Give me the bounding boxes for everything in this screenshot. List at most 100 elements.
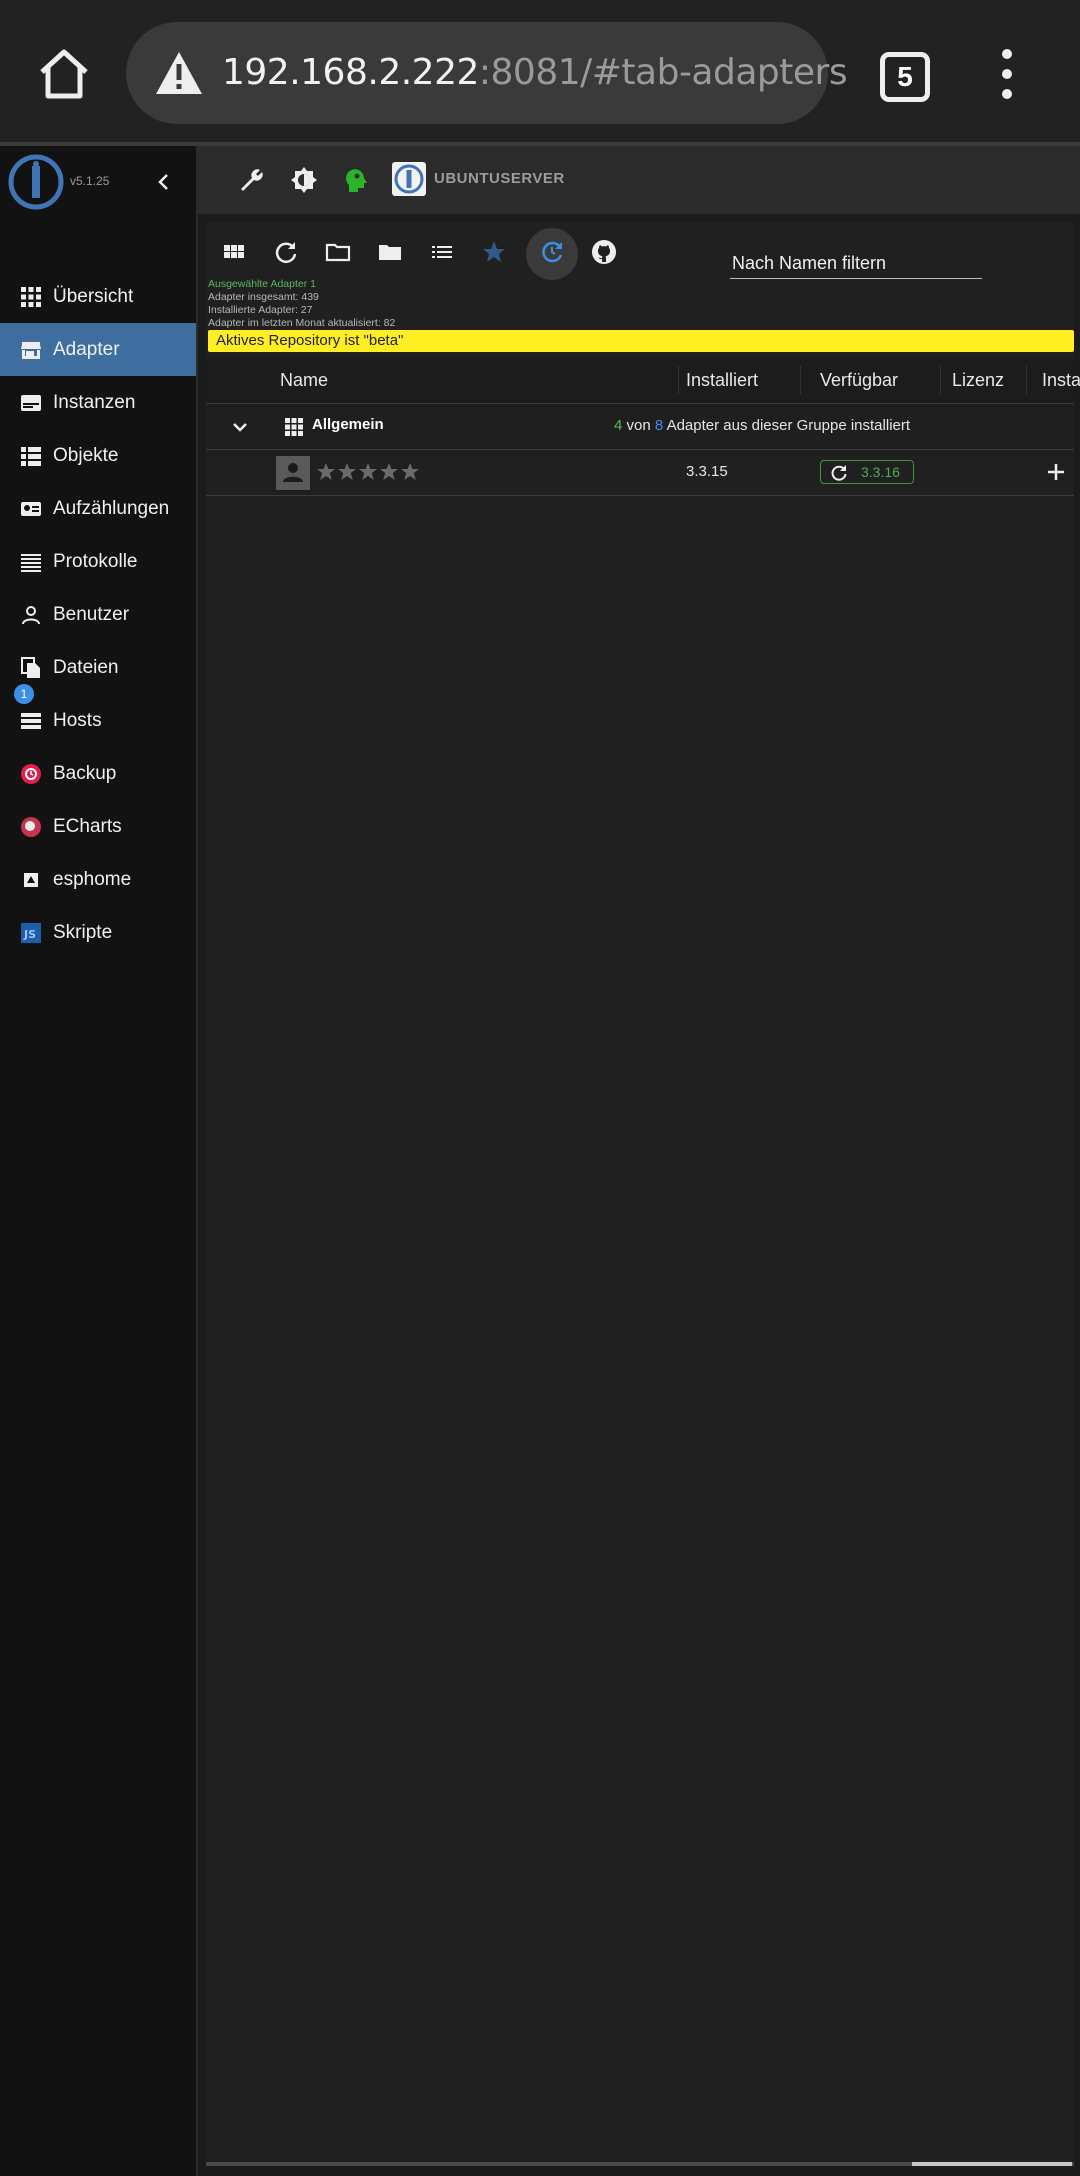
more-vert-icon[interactable]: [994, 48, 1020, 100]
group-von: von: [626, 417, 651, 434]
iobroker-logo[interactable]: [8, 154, 64, 210]
sidebar-item-label: Skripte: [53, 921, 113, 943]
stats-installed: Installierte Adapter: 27: [208, 304, 313, 316]
refresh-icon[interactable]: [272, 238, 300, 266]
sidebar: v5.1.25 Übersicht Adapter Instanzen Obje…: [0, 146, 198, 2176]
star-rating-icon: [317, 463, 335, 480]
sidebar-item-uebersicht[interactable]: Übersicht: [0, 270, 196, 323]
store-icon: [21, 341, 41, 359]
sidebar-item-backup[interactable]: Backup: [0, 747, 196, 800]
update-button[interactable]: 3.3.16: [820, 460, 914, 484]
wrench-icon[interactable]: [238, 166, 266, 194]
sidebar-item-skripte[interactable]: JS Skripte: [0, 906, 196, 959]
hosts-icon: [21, 712, 41, 729]
app-toolbar: UBUNTUSERVER: [198, 146, 1080, 214]
column-divider: [678, 366, 679, 394]
host-logo-icon: [392, 162, 426, 196]
star-rating-icon: [380, 463, 398, 480]
tab-switcher-button[interactable]: 5: [880, 52, 930, 102]
sidebar-item-echarts[interactable]: ECharts: [0, 800, 196, 853]
brightness-icon[interactable]: [290, 166, 318, 194]
browser-toolbar: 192.168.2.222:8081/#tab-adapters 5: [0, 0, 1080, 146]
plus-icon[interactable]: [1044, 460, 1068, 484]
stats-selected: Ausgewählte Adapter 1: [208, 278, 316, 290]
sidebar-item-esphome[interactable]: esphome: [0, 853, 196, 906]
esphome-icon: [24, 872, 38, 887]
column-divider: [940, 366, 941, 394]
expert-mode-icon[interactable]: [342, 166, 370, 194]
adapter-row[interactable]: 3.3.15 3.3.16: [206, 450, 1074, 496]
chevron-down-icon[interactable]: [230, 417, 250, 437]
svg-text:JS: JS: [23, 928, 36, 941]
column-divider: [800, 366, 801, 394]
stats-updated: Adapter im letzten Monat aktualisiert: 8…: [208, 317, 396, 329]
adapter-stats: Ausgewählte Adapter 1 Adapter insgesamt:…: [208, 278, 395, 330]
github-icon[interactable]: [590, 238, 618, 266]
installed-version: 3.3.15: [686, 463, 728, 480]
available-version: 3.3.16: [861, 464, 900, 480]
folder-open-icon[interactable]: [324, 238, 352, 266]
sidebar-item-label: Dateien: [53, 656, 119, 678]
list-icon: [21, 446, 41, 466]
rating-stars[interactable]: [316, 462, 420, 482]
sidebar-item-protokolle[interactable]: Protokolle: [0, 535, 196, 588]
warning-icon[interactable]: [154, 50, 204, 96]
sidebar-item-label: esphome: [53, 868, 132, 890]
column-available[interactable]: Verfügbar: [820, 370, 898, 391]
sidebar-nav: Übersicht Adapter Instanzen Objekte Aufz…: [0, 270, 196, 959]
scrollbar-thumb[interactable]: [912, 2162, 1072, 2166]
sidebar-item-label: ECharts: [53, 815, 122, 837]
sidebar-item-label: Hosts: [53, 709, 102, 731]
name-filter-input[interactable]: [730, 248, 982, 279]
folder-icon[interactable]: [376, 238, 404, 266]
home-icon[interactable]: [34, 44, 94, 104]
sidebar-item-adapter[interactable]: Adapter: [0, 323, 196, 376]
address-bar[interactable]: 192.168.2.222:8081/#tab-adapters: [126, 22, 848, 124]
user-icon: [22, 605, 40, 624]
chevron-left-icon[interactable]: [152, 170, 176, 194]
sidebar-item-label: Benutzer: [53, 603, 130, 625]
sidebar-item-benutzer[interactable]: Benutzer: [0, 588, 196, 641]
host-name-label: UBUNTUSERVER: [434, 170, 565, 187]
column-installed[interactable]: Installiert: [686, 370, 758, 391]
star-icon[interactable]: [480, 238, 508, 266]
instances-icon: [21, 394, 41, 411]
adapter-avatar-icon: [276, 456, 310, 490]
hosts-badge: 1: [14, 684, 34, 704]
tiles-view-icon[interactable]: [220, 238, 248, 266]
horizontal-scrollbar[interactable]: [206, 2162, 1074, 2166]
url-host: 192.168.2.222: [222, 52, 479, 93]
star-rating-icon: [401, 463, 419, 480]
column-install[interactable]: Insta: [1042, 370, 1080, 391]
sidebar-item-label: Übersicht: [53, 285, 134, 307]
sidebar-item-aufzaehlungen[interactable]: Aufzählungen: [0, 482, 196, 535]
files-icon: [21, 656, 40, 678]
group-total-count: 8: [654, 417, 664, 434]
sidebar-item-label: Instanzen: [53, 391, 136, 413]
stats-total: Adapter insgesamt: 439: [208, 291, 319, 303]
repository-banner: Aktives Repository ist "beta": [208, 330, 1074, 352]
group-installed-info: 4 von 8 Adapter aus dieser Gruppe instal…: [614, 417, 910, 434]
sidebar-item-label: Backup: [53, 762, 117, 784]
list-view-icon[interactable]: [428, 238, 456, 266]
sidebar-item-label: Protokolle: [53, 550, 138, 572]
sidebar-item-objekte[interactable]: Objekte: [0, 429, 196, 482]
adapter-group-row[interactable]: Allgemein 4 von 8 Adapter aus dieser Gru…: [206, 404, 1074, 450]
grid-icon: [21, 286, 41, 307]
update-check-icon[interactable]: [538, 238, 566, 266]
echarts-icon: [21, 816, 41, 837]
sidebar-item-hosts[interactable]: 1 Hosts: [0, 684, 196, 747]
sidebar-item-instanzen[interactable]: Instanzen: [0, 376, 196, 429]
adapter-actions-bar: [206, 222, 1074, 282]
sidebar-item-label: Objekte: [53, 444, 119, 466]
url-text: 192.168.2.222:8081/#tab-adapters: [222, 48, 848, 98]
group-grid-icon: [285, 418, 303, 436]
enum-icon: [21, 501, 41, 516]
adapters-panel: Ausgewählte Adapter 1 Adapter insgesamt:…: [206, 222, 1080, 2166]
star-rating-icon: [359, 463, 377, 480]
backup-icon: [21, 763, 41, 784]
group-name: Allgemein: [312, 416, 384, 433]
version-label: v5.1.25: [70, 174, 110, 188]
column-license[interactable]: Lizenz: [952, 370, 1004, 391]
column-name[interactable]: Name: [280, 370, 328, 391]
